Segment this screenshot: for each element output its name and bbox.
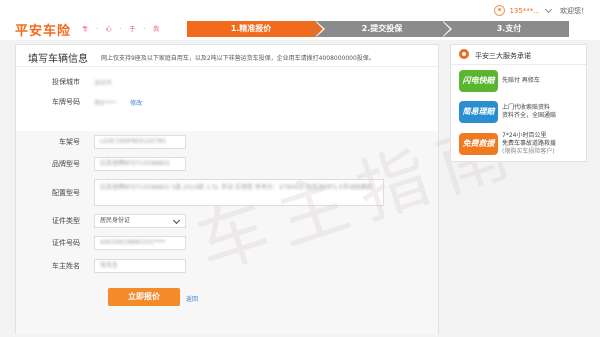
- id-number-field[interactable]: 44030619880101****: [94, 236, 186, 250]
- row-brand: 品牌型号 比亚迪牌BYD7150WAEG: [16, 157, 186, 171]
- service-title: 平安三大服务承诺: [475, 52, 531, 60]
- config-label: 配置型号: [52, 188, 80, 197]
- avatar-icon: [494, 5, 506, 16]
- user-phone[interactable]: 135***...: [509, 7, 540, 15]
- logo[interactable]: 平安车险: [15, 20, 71, 39]
- modify-plate-link[interactable]: 修改: [130, 98, 142, 107]
- vehicle-form-panel: 填写车辆信息 网上仅支持9座及以下家庭自用车，以及2吨以下非营运货车投保，企业用…: [15, 44, 439, 334]
- brand-label: 品牌型号: [52, 160, 80, 168]
- id-number-label: 证件号码: [52, 239, 80, 247]
- chevron-down-icon: [172, 216, 181, 225]
- row-frame: 车架号 LGXC16DF9E0120785: [16, 135, 186, 149]
- welcome-text: 欢迎您！: [560, 6, 588, 15]
- frame-label: 车架号: [59, 138, 80, 146]
- step-quote: 1.精准报价: [187, 21, 325, 37]
- slogan: 专 · 心 · 于 · 我: [82, 26, 163, 33]
- plate-label: 车牌号码: [52, 98, 80, 106]
- fast-claim-text: 先赔付 再修车: [502, 77, 540, 84]
- get-quote-button[interactable]: 立即报价: [108, 288, 180, 306]
- step-submit: 2.提交投保: [314, 21, 452, 37]
- easy-claim-text: 上门代收索赔资料 资料齐全，全国通赔: [502, 104, 557, 119]
- form-title: 填写车辆信息: [28, 54, 88, 65]
- form-header: 填写车辆信息 网上仅支持9座及以下家庭自用车，以及2吨以下非营运货车投保，企业用…: [16, 45, 438, 67]
- row-id-number: 证件号码 44030619880101****: [16, 236, 186, 250]
- row-id-type: 证件类型 居民身份证: [16, 214, 186, 228]
- promise-free-rescue: 免费救援 7*24小时百公里 免费车事故道路救援 (限购买车损险客户): [459, 132, 556, 156]
- id-type-label: 证件类型: [52, 217, 80, 225]
- row-plate: 车牌号码 粤B**** 修改: [16, 97, 142, 107]
- form-description: 网上仅支持9座及以下家庭自用车，以及2吨以下非营运货车投保，企业用车请拨打400…: [101, 55, 375, 62]
- service-promise-panel: 平安三大服务承诺 闪电快赔 先赔付 再修车 简易理赔 上门代收索赔资料 资料齐全…: [450, 44, 587, 162]
- id-type-select[interactable]: 居民身份证: [94, 214, 186, 228]
- service-header: 平安三大服务承诺: [451, 45, 586, 65]
- header: 平安车险 专 · 心 · 于 · 我 135***... 欢迎您！ 1.精准报价…: [0, 0, 600, 40]
- owner-name-field[interactable]: 张先生: [94, 259, 186, 273]
- owner-label: 车主姓名: [52, 262, 80, 270]
- row-config: 配置型号 比亚迪牌BYD7150WAEG 5座 2014款 1.5L 手动 实用…: [16, 179, 384, 206]
- fast-claim-badge: 闪电快赔: [459, 70, 498, 92]
- row-city: 投保城市 深圳市: [16, 77, 112, 87]
- easy-claim-badge: 简易理赔: [459, 101, 498, 123]
- free-rescue-badge: 免费救援: [459, 133, 498, 155]
- city-value: 深圳市: [94, 79, 113, 87]
- frame-number-field[interactable]: LGXC16DF9E0120785: [94, 135, 186, 149]
- brand-model-field[interactable]: 比亚迪牌BYD7150WAEG: [94, 157, 186, 171]
- city-label: 投保城市: [52, 78, 80, 86]
- medal-icon: [459, 49, 469, 61]
- step-pay: 3.支付: [441, 21, 569, 37]
- free-rescue-text: 7*24小时百公里 免费车事故道路救援 (限购买车损险客户): [502, 132, 557, 155]
- plate-value: 粤B****: [94, 99, 117, 107]
- promise-fast-claim: 闪电快赔 先赔付 再修车: [459, 70, 540, 92]
- back-link[interactable]: 返回: [186, 294, 198, 303]
- promise-easy-claim: 简易理赔 上门代收索赔资料 资料齐全，全国通赔: [459, 101, 556, 123]
- progress-steps: 1.精准报价 2.提交投保 3.支付: [187, 21, 569, 37]
- row-owner: 车主姓名 张先生: [16, 259, 186, 273]
- config-model-field[interactable]: 比亚迪牌BYD7150WAEG 5座 2014款 1.5L 手动 实用型 参考价…: [94, 179, 384, 206]
- user-menu[interactable]: 135***... 欢迎您！: [494, 5, 588, 16]
- chevron-down-icon[interactable]: [544, 5, 553, 14]
